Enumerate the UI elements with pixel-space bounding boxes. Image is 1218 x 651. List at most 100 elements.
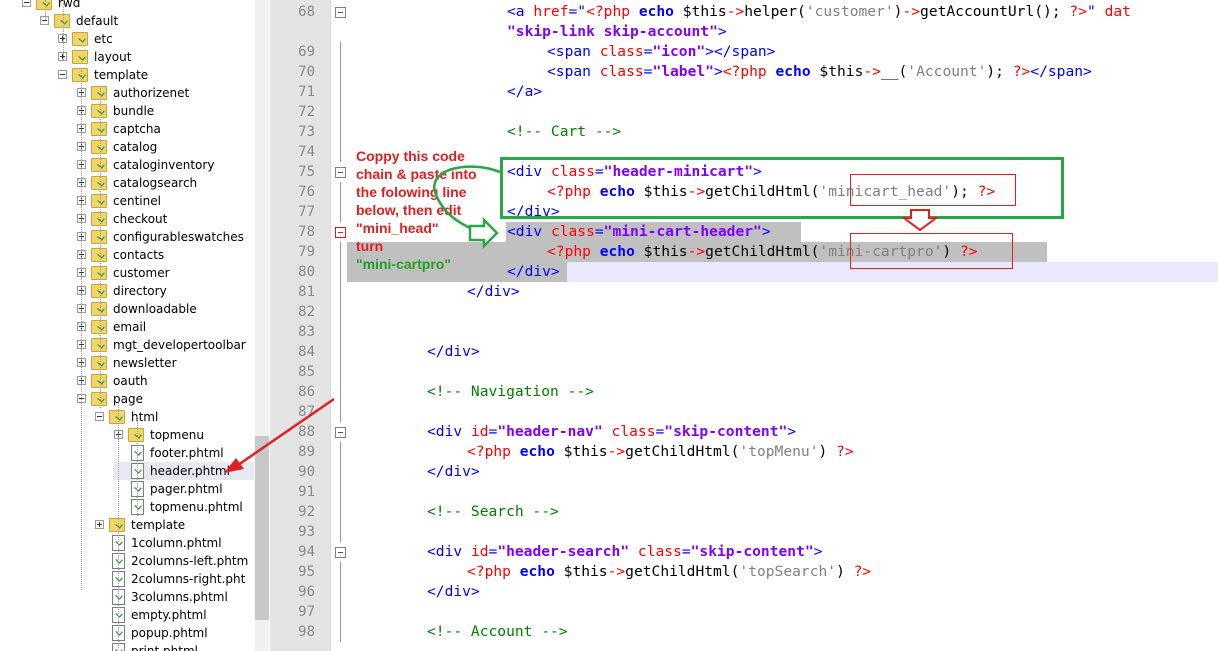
code-line[interactable]: <?php echo $this->getChildHtml('topSearc… [467, 562, 871, 582]
collapse-icon[interactable] [95, 412, 104, 421]
tree-folder-item[interactable]: default [40, 12, 254, 30]
tree-folder-item[interactable]: contacts [77, 246, 254, 264]
fold-guide [340, 322, 341, 342]
fold-guide [340, 582, 341, 602]
line-number: 84 [298, 344, 315, 360]
folder-icon [54, 14, 70, 28]
tree-folder-item[interactable]: template [58, 66, 254, 84]
tree-folder-item[interactable]: bundle [77, 102, 254, 120]
code-line[interactable]: <!-- Search --> [427, 502, 559, 522]
fold-toggle-icon[interactable] [335, 167, 346, 178]
tree-folder-item[interactable]: centinel [77, 192, 254, 210]
tree-folder-item[interactable]: catalog [77, 138, 254, 156]
tree-item-label: template [94, 68, 149, 82]
code-line[interactable]: <a href="<?php echo $this->helper('custo… [507, 2, 1131, 22]
expand-icon[interactable] [95, 520, 104, 529]
folder-icon [128, 428, 144, 442]
tree-folder-item[interactable]: checkout [77, 210, 254, 228]
code-line[interactable]: <div id="header-nav" class="skip-content… [427, 422, 796, 442]
code-line[interactable]: <!-- Account --> [427, 622, 568, 642]
code-token: > [717, 23, 727, 40]
code-editor[interactable]: <a href="<?php echo $this->helper('custo… [347, 0, 1218, 651]
code-line[interactable]: </div> [507, 262, 560, 282]
code-token: </span> [1030, 63, 1092, 80]
code-token: <?php [467, 563, 520, 580]
code-token: " [1086, 3, 1105, 20]
tree-folder-item[interactable]: configurableswatches [77, 228, 254, 246]
tree-item-label: centinel [113, 194, 161, 208]
line-number: 70 [298, 64, 315, 80]
folder-icon [109, 410, 125, 424]
line-number: 89 [298, 444, 315, 460]
tree-item-label: rwd [58, 0, 81, 10]
tree-file-item[interactable]: pager.phtml [114, 480, 254, 498]
fold-guide [340, 342, 341, 362]
collapse-icon[interactable] [58, 70, 67, 79]
folder-icon [91, 194, 107, 208]
code-token: <?php [722, 63, 776, 80]
code-token: -> [726, 3, 745, 20]
code-line[interactable]: </div> [427, 462, 480, 482]
tree-folder-item[interactable]: captcha [77, 120, 254, 138]
tree-folder-item[interactable]: catalogsearch [77, 174, 254, 192]
fold-guide [340, 562, 341, 582]
code-line[interactable]: <!-- Navigation --> [427, 382, 594, 402]
code-line[interactable]: </div> [427, 342, 480, 362]
code-line[interactable]: "skip-link skip-account"> [507, 22, 727, 42]
tree-folder-item[interactable]: etc [58, 30, 254, 48]
code-line[interactable]: <span class="label"><?php echo $this->__… [547, 62, 1092, 82]
fold-toggle-icon[interactable] [335, 7, 346, 18]
tree-item-label: newsletter [113, 356, 177, 370]
tree-folder-item[interactable]: oauth [77, 372, 254, 390]
tree-item-label: catalog [113, 140, 158, 154]
line-number: 74 [298, 144, 315, 160]
code-token: ?> [1069, 3, 1087, 20]
code-line[interactable]: </div> [467, 282, 520, 302]
code-token: 'customer' [805, 3, 894, 20]
tree-scrollbar-thumb[interactable] [255, 436, 269, 620]
fold-toggle-icon[interactable] [335, 547, 346, 558]
code-line[interactable]: </a> [507, 82, 542, 102]
tree-folder-item[interactable]: authorizenet [77, 84, 254, 102]
tree-folder-item[interactable]: customer [77, 264, 254, 282]
line-number: 86 [298, 384, 315, 400]
code-token: ></span> [705, 43, 776, 60]
collapse-icon[interactable] [22, 0, 31, 7]
tree-folder-item[interactable]: downloadable [77, 300, 254, 318]
tree-folder-item[interactable]: topmenu [114, 426, 254, 444]
tree-file-item[interactable]: topmenu.phtml [114, 498, 254, 516]
code-line[interactable]: <!-- Cart --> [507, 122, 621, 142]
code-token: <!-- Navigation --> [427, 383, 594, 400]
code-line[interactable]: </div> [427, 582, 480, 602]
code-line[interactable]: <div class="mini-cart-header"> [507, 222, 771, 242]
tree-folder-item[interactable]: cataloginventory [77, 156, 254, 174]
code-line[interactable]: <?php echo $this->getChildHtml('topMenu'… [467, 442, 854, 462]
tree-folder-item[interactable]: newsletter [77, 354, 254, 372]
tree-item-label: catalogsearch [113, 176, 198, 190]
code-line[interactable]: <span class="icon"></span> [547, 42, 775, 62]
code-token: id [470, 423, 489, 440]
tree-file-item[interactable]: header.phtml [114, 462, 254, 480]
tree-folder-item[interactable]: rwd [22, 0, 254, 12]
line-number: 81 [298, 284, 315, 300]
fold-toggle-icon[interactable] [335, 427, 346, 438]
code-token: id [470, 543, 489, 560]
fold-guide [340, 382, 341, 402]
fold-guide [340, 142, 341, 162]
folder-icon [91, 230, 107, 244]
tree-folder-item[interactable]: directory [77, 282, 254, 300]
tree-file-item[interactable]: footer.phtml [114, 444, 254, 462]
tree-folder-item[interactable]: mgt_developertoolbar [77, 336, 254, 354]
folder-icon [91, 140, 107, 154]
tree-folder-item[interactable]: layout [58, 48, 254, 66]
code-token: "icon" [652, 43, 706, 60]
code-token: href [533, 3, 569, 20]
tree-item-label: 1column.phtml [131, 536, 222, 550]
fold-toggle-icon[interactable] [335, 227, 346, 238]
code-token: <?php [586, 3, 639, 20]
tree-folder-item[interactable]: page [77, 390, 254, 408]
code-line[interactable]: <div id="header-search" class="skip-cont… [427, 542, 822, 562]
tree-folder-item[interactable]: email [77, 318, 254, 336]
highlight-box-minicart-head [850, 174, 1016, 206]
